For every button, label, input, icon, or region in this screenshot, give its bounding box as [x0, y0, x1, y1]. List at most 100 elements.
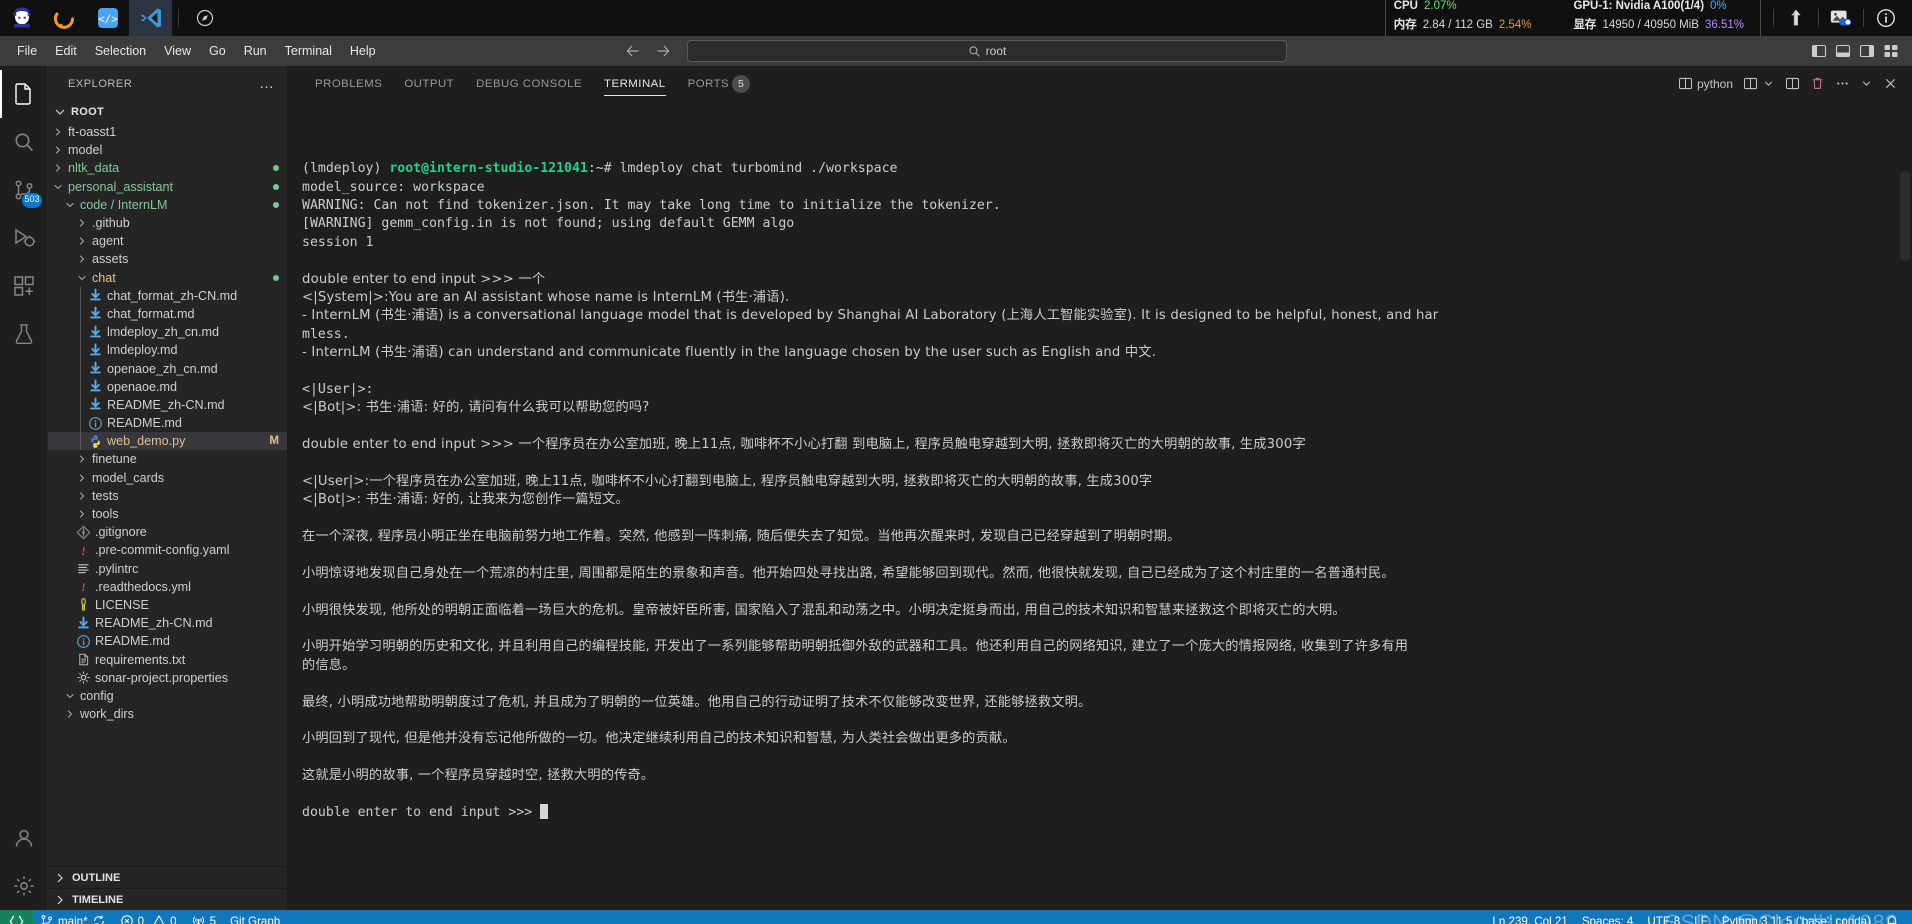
tree-twisty[interactable] — [76, 471, 88, 485]
tree-folder-row[interactable]: tests — [48, 487, 287, 505]
tree-file-row[interactable]: openaoe_zh_cn.md — [48, 359, 287, 378]
compass-icon[interactable] — [185, 0, 225, 36]
tree-twisty[interactable] — [76, 271, 88, 285]
tree-file-row[interactable]: .gitignore — [48, 523, 287, 541]
sidebar-item-testing[interactable] — [0, 310, 48, 358]
git-branch-item[interactable]: main* — [33, 910, 113, 924]
menu-selection[interactable]: Selection — [86, 41, 155, 61]
panel-tab-problems[interactable]: PROBLEMS — [304, 66, 393, 101]
tree-file-row[interactable]: README.md — [48, 414, 287, 433]
terminal-shell-indicator[interactable]: python — [1674, 72, 1737, 96]
tree-twisty[interactable] — [64, 707, 76, 721]
tree-twisty[interactable] — [76, 252, 88, 266]
account-icon[interactable] — [0, 814, 48, 862]
tree-file-row[interactable]: ! .pre-commit-config.yaml — [48, 541, 287, 559]
explorer-more-actions-icon[interactable]: … — [259, 75, 275, 92]
split-terminal-dropdown-icon[interactable] — [1739, 72, 1779, 96]
git-graph-item[interactable]: Git Graph — [223, 910, 287, 924]
gear-icon[interactable] — [0, 862, 48, 910]
tree-folder-row[interactable]: work_dirs — [48, 705, 287, 723]
app-tab-conda-logo[interactable] — [43, 0, 86, 36]
app-tab-code-logo[interactable]: </> — [86, 0, 129, 36]
outline-section[interactable]: OUTLINE — [48, 866, 287, 888]
tree-file-row[interactable]: README_zh-CN.md — [48, 395, 287, 414]
tree-file-row[interactable]: .pylintrc — [48, 560, 287, 578]
toggle-panel-icon[interactable] — [1832, 40, 1854, 62]
split-terminal-icon[interactable] — [1781, 72, 1804, 96]
tree-file-row[interactable]: lmdeploy_zh_cn.md — [48, 323, 287, 342]
tree-file-row[interactable]: chat_format.md — [48, 304, 287, 324]
close-panel-icon[interactable] — [1879, 72, 1902, 96]
panel-tab-bar[interactable]: PROBLEMS OUTPUT DEBUG CONSOLE TERMINAL PORTS… — [288, 66, 1912, 101]
tree-file-row[interactable]: openaoe.md — [48, 377, 287, 396]
tree-twisty[interactable] — [52, 125, 64, 139]
menu-terminal[interactable]: Terminal — [276, 41, 341, 61]
tree-folder-row[interactable]: agent — [48, 232, 287, 250]
tree-folder-row[interactable]: code / InternLM — [48, 196, 287, 214]
menu-go[interactable]: Go — [200, 41, 235, 61]
menu-file[interactable]: File — [8, 41, 46, 61]
tree-folder-row[interactable]: finetune — [48, 450, 287, 468]
upload-icon[interactable] — [1774, 0, 1818, 36]
app-tab-vscode-logo[interactable] — [129, 0, 172, 36]
tree-folder-row[interactable]: ft-oasst1 — [48, 123, 287, 141]
panel-tab-terminal[interactable]: TERMINAL — [593, 66, 677, 101]
tree-file-row[interactable]: lmdeploy.md — [48, 341, 287, 360]
tree-file-row[interactable]: requirements.txt — [48, 650, 287, 668]
forward-arrow-icon[interactable] — [655, 43, 671, 59]
customize-layout-icon[interactable] — [1880, 40, 1902, 62]
tree-folder-row[interactable]: nltk_data — [48, 159, 287, 177]
panel-tab-ports[interactable]: PORTS 5 — [677, 66, 762, 101]
file-tree[interactable]: ft-oasst1 model nltk_data personal_assistan… — [48, 123, 287, 866]
tree-folder-row[interactable]: config — [48, 687, 287, 705]
eol-item[interactable]: LF — [1687, 910, 1715, 924]
toggle-primary-sidebar-icon[interactable] — [1808, 40, 1830, 62]
tree-folder-row[interactable]: model_cards — [48, 469, 287, 487]
cursor-position-item[interactable]: Ln 239, Col 21 — [1485, 910, 1574, 924]
tree-file-row[interactable]: README_zh-CN.md — [48, 614, 287, 632]
kill-terminal-icon[interactable] — [1806, 72, 1829, 96]
tree-folder-row[interactable]: personal_assistant — [48, 178, 287, 196]
info-icon[interactable] — [1864, 0, 1908, 36]
sidebar-item-extensions[interactable] — [0, 262, 48, 310]
indentation-item[interactable]: Spaces: 4 — [1575, 910, 1641, 924]
terminal-output[interactable]: (lmdeploy) root@intern-studio-121041:~# … — [288, 101, 1912, 910]
tree-folder-row[interactable]: tools — [48, 505, 287, 523]
tree-file-row[interactable]: LICENSE — [48, 596, 287, 614]
language-mode-item[interactable]: Python 3.11.5 ('base': conda) — [1715, 910, 1878, 924]
ports-item[interactable]: 5 — [184, 910, 223, 924]
maximize-panel-icon[interactable] — [1856, 72, 1877, 96]
tree-twisty[interactable] — [76, 489, 88, 503]
workspace-root-section[interactable]: ROOT — [48, 101, 287, 123]
app-tab-studio-logo[interactable] — [0, 0, 43, 36]
tree-twisty[interactable] — [52, 143, 64, 157]
remote-indicator[interactable] — [0, 910, 33, 924]
tree-file-row[interactable]: sonar-project.properties — [48, 669, 287, 687]
image-toggle-icon[interactable] — [1819, 0, 1863, 36]
tree-twisty[interactable] — [76, 234, 88, 248]
tree-folder-row[interactable]: chat — [48, 269, 287, 287]
problems-item[interactable]: 0 0 — [113, 910, 184, 924]
toggle-secondary-sidebar-icon[interactable] — [1856, 40, 1878, 62]
menu-run[interactable]: Run — [235, 41, 276, 61]
tree-twisty[interactable] — [52, 180, 64, 194]
tree-twisty[interactable] — [76, 507, 88, 521]
tree-file-row[interactable]: ! .readthedocs.yml — [48, 578, 287, 596]
tree-file-row[interactable]: README.md — [48, 632, 287, 650]
tree-folder-row[interactable]: assets — [48, 250, 287, 268]
quick-input-search[interactable]: root — [687, 40, 1287, 62]
tree-twisty[interactable] — [64, 198, 76, 212]
tree-folder-row[interactable]: model — [48, 141, 287, 159]
tree-twisty[interactable] — [64, 689, 76, 703]
tree-file-row[interactable]: chat_format_zh-CN.md — [48, 286, 287, 305]
menu-help[interactable]: Help — [341, 41, 385, 61]
menu-view[interactable]: View — [155, 41, 200, 61]
panel-tab-debug-console[interactable]: DEBUG CONSOLE — [465, 66, 593, 101]
tree-twisty[interactable] — [76, 452, 88, 466]
tree-folder-row[interactable]: .github — [48, 214, 287, 232]
sidebar-item-search[interactable] — [0, 118, 48, 166]
notifications-item[interactable] — [1878, 910, 1906, 924]
encoding-item[interactable]: UTF-8 — [1640, 910, 1687, 924]
tree-twisty[interactable] — [76, 216, 88, 230]
sidebar-item-run-debug[interactable] — [0, 214, 48, 262]
